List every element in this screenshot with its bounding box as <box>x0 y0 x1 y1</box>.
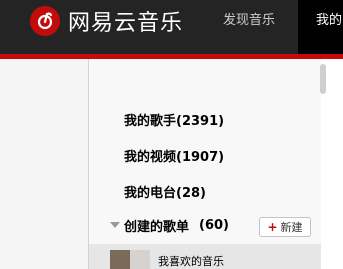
nav-my-music[interactable]: 我的 <box>298 0 343 54</box>
sidebar-item-label: 我的电台 <box>124 186 177 201</box>
created-playlists-header[interactable]: 创建的歌单 (60) <box>110 216 229 235</box>
nav-discover-music[interactable]: 发现音乐 <box>223 0 275 54</box>
sidebar-item-my-singers[interactable]: 我的歌手(2391) <box>124 110 224 129</box>
scrollbar-thumb[interactable] <box>320 64 326 94</box>
sidebar-item-my-radio[interactable]: 我的电台(28) <box>124 182 206 201</box>
created-playlists-count: (60) <box>199 217 229 233</box>
sidebar-item-count: (28) <box>176 186 206 201</box>
logo[interactable]: 网易云音乐 <box>30 6 183 36</box>
playlist-name: 我喜欢的音乐 <box>158 255 224 268</box>
sidebar-item-label: 我的视频 <box>124 150 177 165</box>
playlist-cover-image <box>110 250 150 269</box>
collapse-triangle-icon[interactable] <box>110 222 120 228</box>
brand-name: 网易云音乐 <box>68 11 184 36</box>
new-playlist-button[interactable]: + 新建 <box>259 217 311 237</box>
sidebar-item-label: 我的歌手 <box>124 114 177 129</box>
content-area <box>0 59 88 269</box>
sidebar-item-count: (2391) <box>176 114 225 129</box>
created-playlists-title: 创建的歌单 <box>124 219 190 235</box>
plus-icon: + <box>267 220 278 234</box>
new-playlist-label: 新建 <box>280 221 303 234</box>
sidebar-item-my-videos[interactable]: 我的视频(1907) <box>124 146 224 165</box>
sidebar-item-count: (1907) <box>176 150 225 165</box>
netease-music-logo-icon <box>30 6 60 36</box>
